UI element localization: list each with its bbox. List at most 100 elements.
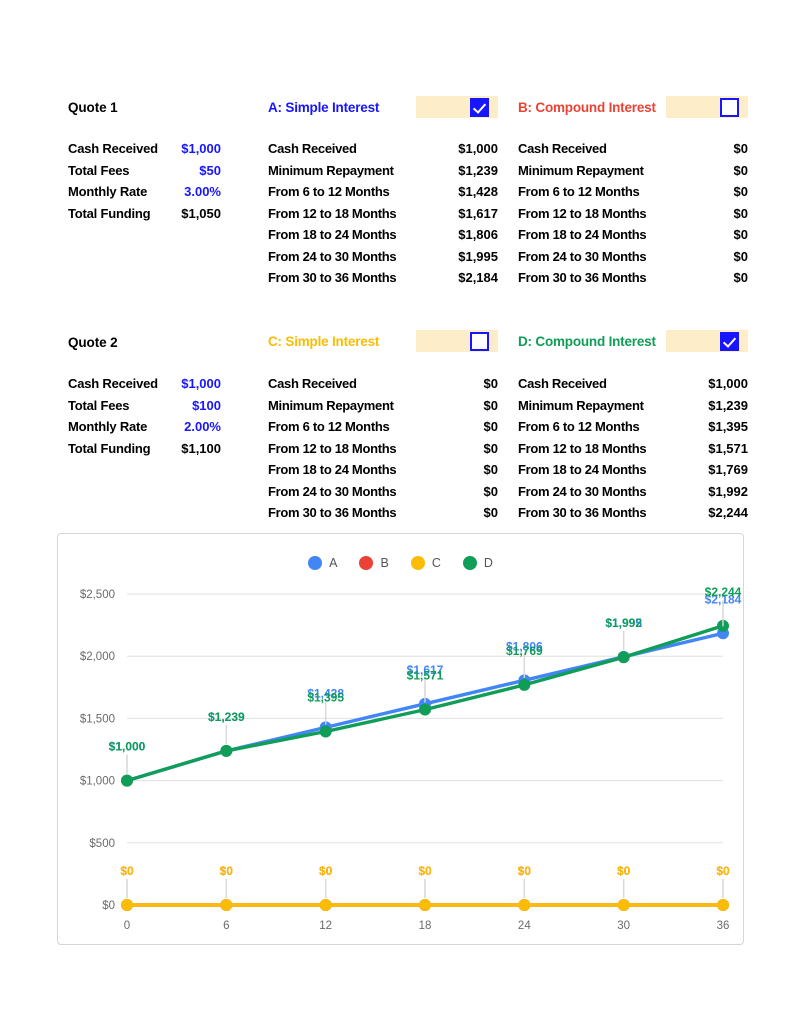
row-value: $2,184	[458, 270, 498, 285]
table-row: Cash Received $1,000	[68, 141, 228, 163]
row-label: From 6 to 12 Months	[518, 184, 640, 199]
row-label: Total Funding	[68, 440, 151, 456]
table-row: From 12 to 18 Months $0	[268, 441, 498, 463]
row-value: $1,000	[181, 141, 221, 156]
table-row: From 18 to 24 Months $1,769	[518, 462, 748, 484]
row-label: Total Fees	[68, 397, 130, 413]
table-row: From 24 to 30 Months $0	[268, 484, 498, 506]
table-row: From 30 to 36 Months $0	[518, 270, 748, 292]
row-value: $0	[483, 505, 498, 520]
row-value: $1,000	[181, 376, 221, 391]
row-value: $1,395	[708, 419, 748, 434]
row-value: $1,617	[458, 205, 498, 221]
row-value: $100	[192, 397, 221, 413]
table-row: Cash Received $1,000	[68, 376, 228, 398]
data-point-label-c: $0	[617, 864, 631, 878]
series-point-c	[617, 899, 630, 911]
table-row: From 6 to 12 Months $1,395	[518, 419, 748, 441]
table-row: Cash Received $1,000	[518, 376, 748, 398]
row-label: From 24 to 30 Months	[268, 483, 397, 499]
row-label: From 24 to 30 Months	[268, 248, 397, 264]
table-row: Total Fees $100	[68, 398, 228, 420]
row-label: Total Fees	[68, 162, 130, 178]
row-label: Monthly Rate	[68, 419, 148, 434]
option-c-heading: C: Simple Interest	[268, 334, 380, 349]
quote-2-table: Cash Received $1,000 Total Fees $100 Mon…	[68, 376, 228, 462]
row-value: $0	[733, 248, 748, 264]
table-row: Cash Received $1,000	[268, 141, 498, 163]
row-value: $1,239	[458, 162, 498, 178]
chart-canvas: $0 $500 $1,000 $1,500 $2,000 $2,500 0 6 12 18 24 30…	[80, 585, 742, 932]
quote-1-title: Quote 1	[68, 100, 118, 115]
row-label: From 6 to 12 Months	[518, 419, 640, 434]
option-b-checkbox[interactable]	[720, 98, 739, 117]
y-axis-tick-label: $500	[89, 838, 115, 850]
row-value: $1,428	[458, 184, 498, 199]
row-value: $0	[733, 141, 748, 156]
row-label: Minimum Repayment	[518, 397, 644, 413]
table-row: From 30 to 36 Months $2,244	[518, 505, 748, 527]
row-label: From 6 to 12 Months	[268, 419, 390, 434]
row-label: Minimum Repayment	[518, 162, 644, 178]
y-axis-tick-label: $1,500	[80, 713, 115, 725]
table-row: From 30 to 36 Months $0	[268, 505, 498, 527]
series-point-c	[717, 899, 729, 911]
table-row: Total Fees $50	[68, 163, 228, 185]
row-value: $1,000	[708, 376, 748, 391]
data-point-label-d: $1,239	[208, 710, 245, 724]
series-point-c	[319, 899, 332, 911]
row-value: 3.00%	[184, 184, 221, 199]
series-point-c	[121, 899, 133, 911]
table-row: Minimum Repayment $1,239	[268, 163, 498, 185]
row-value: $0	[483, 440, 498, 456]
row-label: Total Funding	[68, 205, 151, 221]
row-label: From 18 to 24 Months	[518, 227, 647, 242]
chart-plot-area: $0 $500 $1,000 $1,500 $2,000 $2,500 0 6 12 18 24 30…	[58, 534, 745, 946]
row-value: $0	[483, 419, 498, 434]
quote-1-table: Cash Received $1,000 Total Fees $50 Mont…	[68, 141, 228, 227]
table-row: Minimum Repayment $0	[518, 163, 748, 185]
row-label: Monthly Rate	[68, 184, 148, 199]
row-label: From 30 to 36 Months	[518, 505, 647, 520]
data-point-label-c: $0	[319, 864, 333, 878]
table-row: From 6 to 12 Months $0	[268, 419, 498, 441]
row-label: Cash Received	[68, 141, 158, 156]
table-row: Cash Received $0	[518, 141, 748, 163]
table-row: From 6 to 12 Months $1,428	[268, 184, 498, 206]
table-row: From 18 to 24 Months $0	[268, 462, 498, 484]
option-a-table: Cash Received $1,000 Minimum Repayment $…	[268, 141, 498, 292]
table-row: From 24 to 30 Months $0	[518, 249, 748, 271]
x-axis-tick-label: 6	[223, 920, 229, 932]
data-point-label-c: $0	[120, 864, 134, 878]
row-value: $0	[483, 397, 498, 413]
option-c-checkbox[interactable]	[470, 332, 489, 351]
y-axis-tick-label: $2,000	[80, 651, 115, 663]
row-value: $1,769	[708, 462, 748, 477]
row-value: $50	[199, 162, 221, 178]
row-label: From 30 to 36 Months	[268, 270, 397, 285]
series-point-d	[319, 725, 332, 738]
table-row: From 30 to 36 Months $2,184	[268, 270, 498, 292]
row-label: Cash Received	[268, 141, 357, 156]
data-point-label-d: $1,395	[307, 690, 344, 704]
option-a-checkbox[interactable]	[470, 98, 489, 117]
option-b-heading: B: Compound Interest	[518, 100, 656, 115]
table-row: From 12 to 18 Months $1,617	[268, 206, 498, 228]
row-label: From 30 to 36 Months	[518, 270, 647, 285]
table-row: From 24 to 30 Months $1,992	[518, 484, 748, 506]
row-label: From 30 to 36 Months	[268, 505, 397, 520]
series-point-d	[617, 651, 630, 664]
table-row: Monthly Rate 2.00%	[68, 419, 228, 441]
table-row: From 6 to 12 Months $0	[518, 184, 748, 206]
repayment-chart-card: A B C D $0 $500 $1,000 $1,500 $2,000 $2,500 0 6…	[57, 533, 744, 945]
option-c-table: Cash Received $0 Minimum Repayment $0 Fr…	[268, 376, 498, 527]
row-value: $1,000	[458, 141, 498, 156]
row-value: $0	[483, 483, 498, 499]
table-row: From 12 to 18 Months $0	[518, 206, 748, 228]
row-label: From 6 to 12 Months	[268, 184, 390, 199]
row-label: Cash Received	[68, 376, 158, 391]
table-row: Monthly Rate 3.00%	[68, 184, 228, 206]
row-value: $0	[733, 184, 748, 199]
series-point-d	[518, 678, 531, 691]
option-d-checkbox[interactable]	[720, 332, 739, 351]
